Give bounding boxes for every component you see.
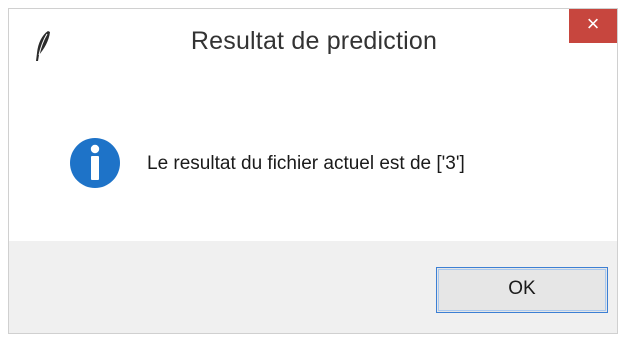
message-dialog: Resultat de prediction × Le resultat du …	[8, 8, 618, 334]
ok-button-focus-ring	[438, 269, 606, 311]
button-bar: OK	[9, 241, 617, 333]
result-message: Le resultat du fichier actuel est de ['3…	[147, 153, 465, 174]
info-icon	[70, 138, 120, 188]
dialog-title: Resultat de prediction	[190, 27, 438, 55]
ok-button[interactable]: OK	[436, 267, 608, 313]
close-button[interactable]: ×	[569, 9, 617, 43]
dialog-body: Le resultat du fichier actuel est de ['3…	[9, 79, 617, 241]
title-bar[interactable]: Resultat de prediction ×	[9, 9, 617, 79]
close-icon: ×	[586, 11, 600, 36]
